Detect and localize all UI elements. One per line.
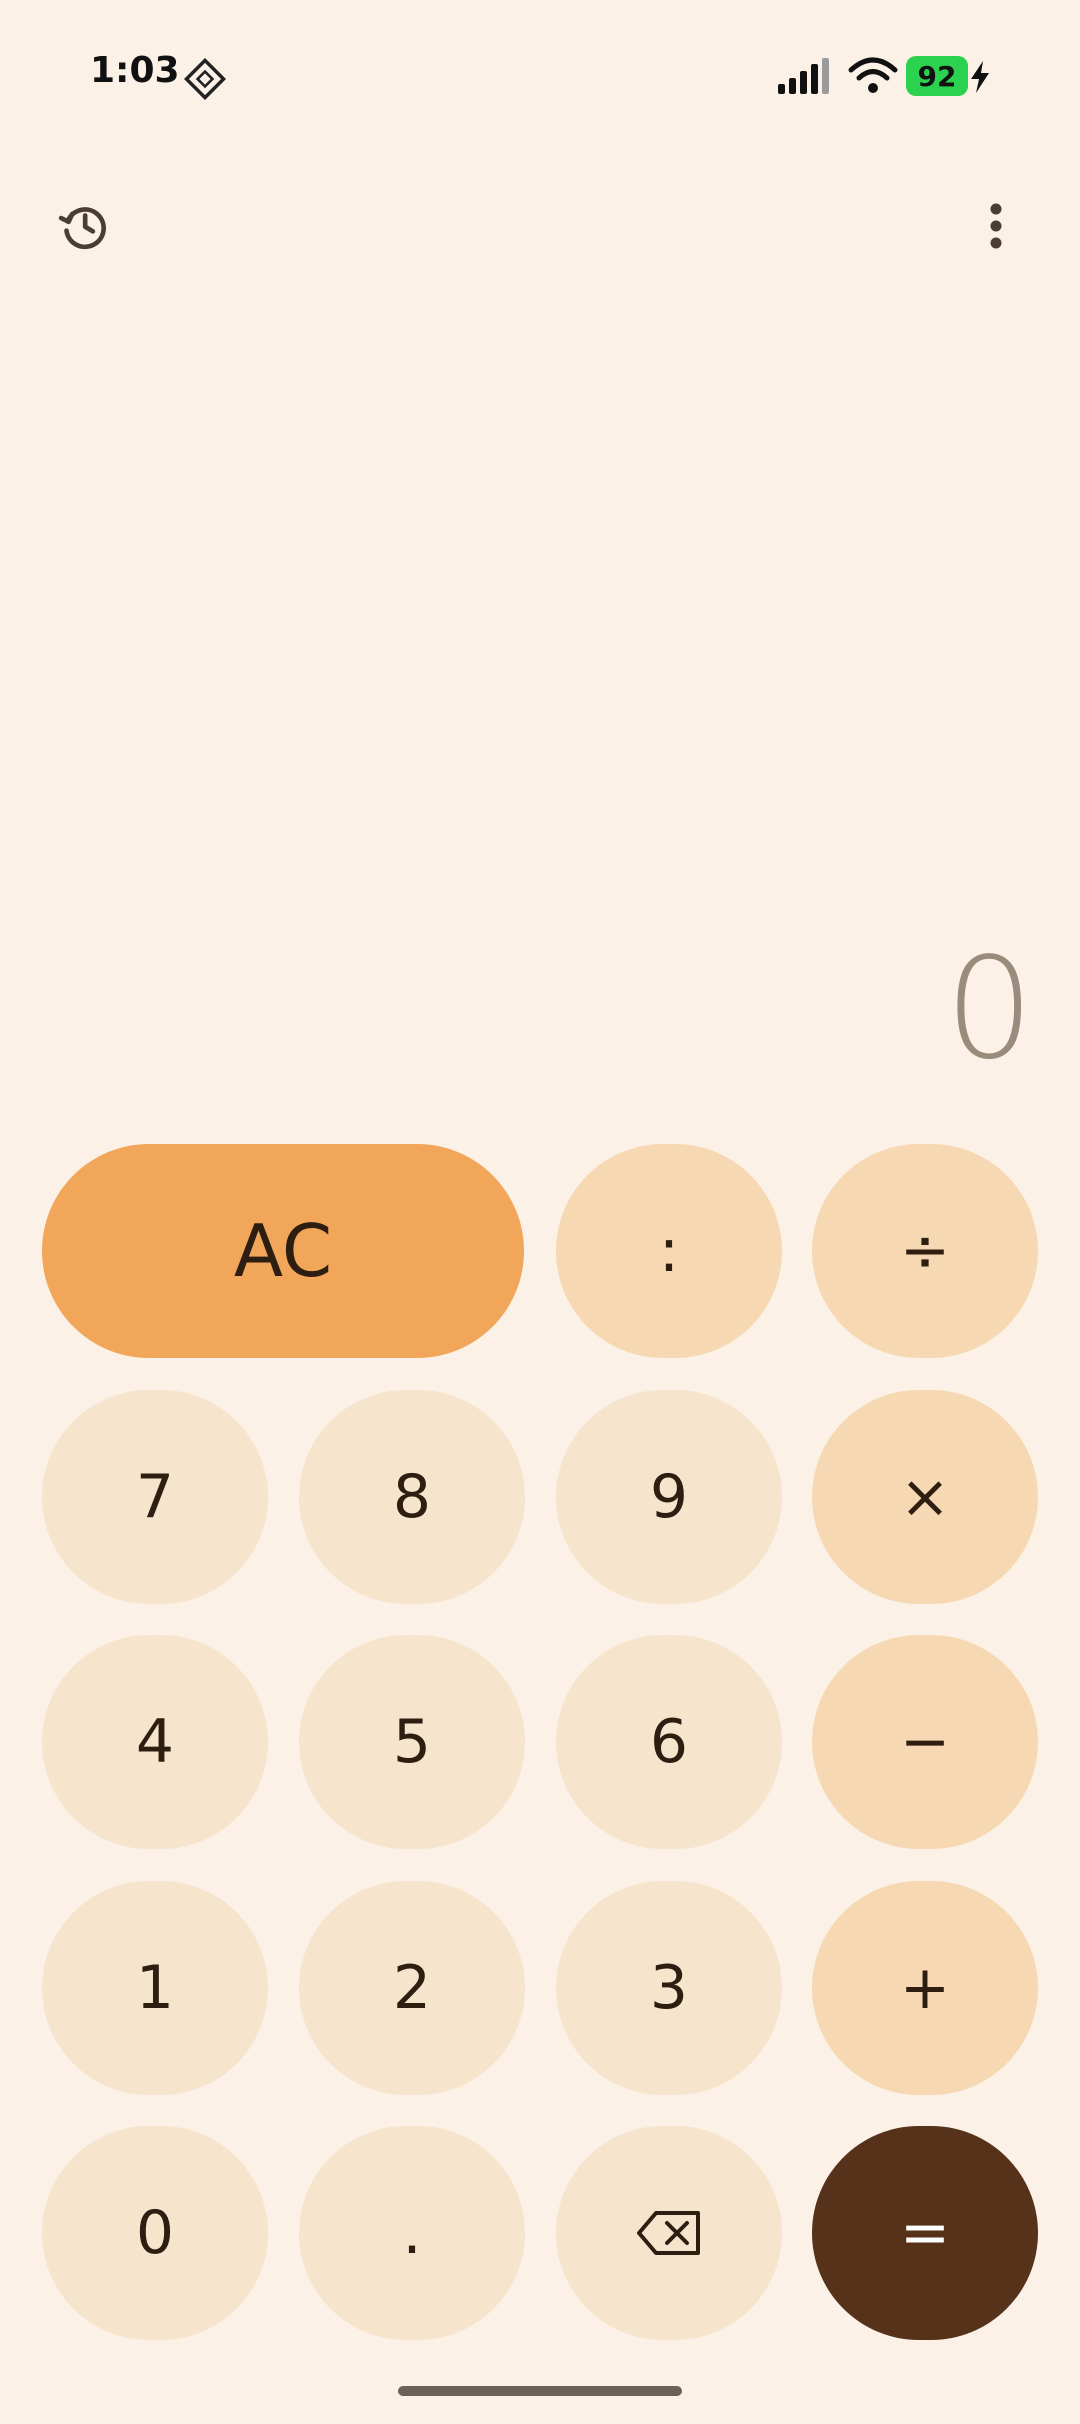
digit-9-button[interactable]: 9 — [556, 1390, 782, 1604]
equals-button[interactable]: = — [812, 2126, 1038, 2340]
digit-6-button[interactable]: 6 — [556, 1635, 782, 1849]
home-indicator[interactable] — [398, 2386, 682, 2396]
digit-0-button[interactable]: 0 — [42, 2126, 268, 2340]
digit-3-button[interactable]: 3 — [556, 1881, 782, 2095]
signal-icon — [778, 58, 829, 94]
backspace-icon — [637, 2211, 700, 2255]
multiply-button[interactable]: × — [812, 1390, 1038, 1604]
digit-5-button[interactable]: 5 — [299, 1635, 525, 1849]
more-options-button[interactable] — [972, 196, 1020, 256]
digit-1-button[interactable]: 1 — [42, 1881, 268, 2095]
digit-7-button[interactable]: 7 — [42, 1390, 268, 1604]
charging-bolt-icon — [971, 61, 989, 93]
status-time: 1:03 — [90, 50, 180, 91]
digit-2-button[interactable]: 2 — [299, 1881, 525, 2095]
decimal-button[interactable]: . — [299, 2126, 525, 2340]
digit-8-button[interactable]: 8 — [299, 1390, 525, 1604]
result-display: 0 — [944, 928, 1034, 1091]
backspace-button[interactable] — [556, 2126, 782, 2340]
clear-button[interactable]: AC — [42, 1144, 524, 1358]
plus-button[interactable]: + — [812, 1881, 1038, 2095]
digit-4-button[interactable]: 4 — [42, 1635, 268, 1849]
colon-button[interactable]: : — [556, 1144, 782, 1358]
wifi-icon — [848, 57, 898, 93]
history-icon — [58, 207, 106, 250]
minus-button[interactable]: − — [812, 1635, 1038, 1849]
more-vert-icon — [990, 203, 1002, 249]
divide-button[interactable]: ÷ — [812, 1144, 1038, 1358]
sim-card-icon — [184, 58, 226, 100]
battery-indicator: 92 — [906, 56, 968, 96]
history-button[interactable] — [52, 194, 116, 258]
